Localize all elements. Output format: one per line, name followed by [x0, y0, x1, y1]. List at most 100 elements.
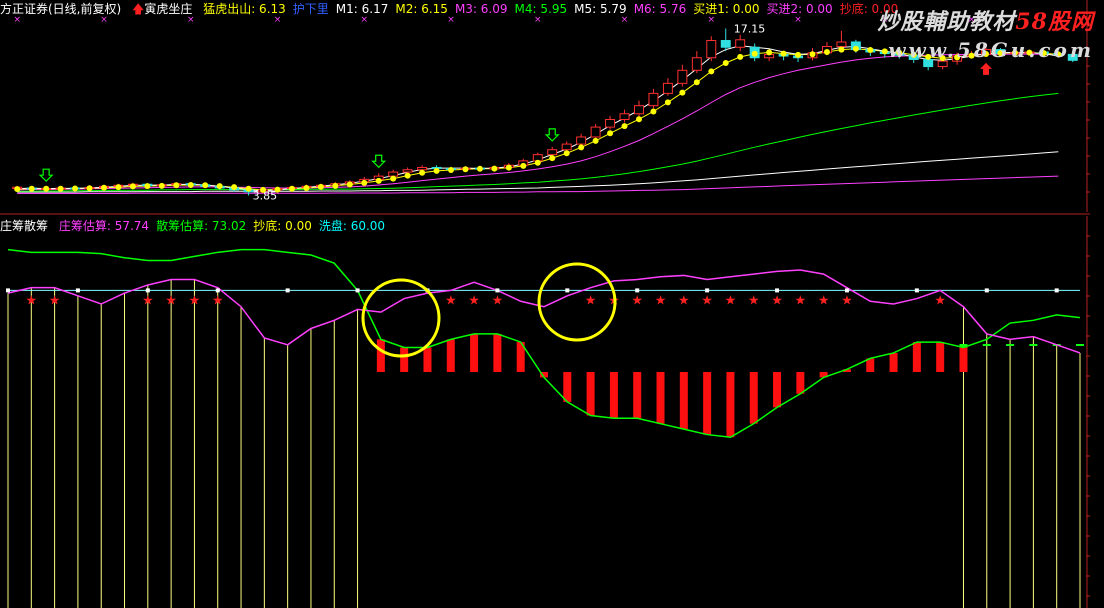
- star-signal-icon: ★: [189, 293, 201, 308]
- candle-body: [634, 105, 644, 115]
- price-value-9: 买进2: 0.00: [766, 2, 833, 16]
- wash-marker: [705, 288, 710, 293]
- signal-dot: [491, 165, 498, 172]
- star-signal-icon: ★: [165, 293, 177, 308]
- green-down-arrow-icon: [38, 168, 54, 183]
- signal-dot: [607, 130, 614, 137]
- ma-line-m4: [17, 92, 1059, 192]
- highlight-circle: [537, 262, 617, 342]
- candle-body: [836, 41, 847, 47]
- star-signal-icon: ★: [655, 293, 667, 308]
- signal-dot: [43, 185, 50, 192]
- watermark: 炒股輔助教材58股网 www.58Gu.com: [877, 4, 1094, 62]
- signal-dot: [245, 185, 252, 192]
- red-chip-bar: [563, 372, 572, 402]
- signal-dot: [809, 51, 816, 58]
- star-signal-icon: ★: [841, 293, 853, 308]
- red-chip-bar: [446, 339, 455, 372]
- ma-line-m3: [17, 53, 1059, 191]
- red-up-arrow-icon: [980, 62, 993, 75]
- candle-body: [547, 149, 558, 156]
- star-signal-icon: ★: [748, 293, 760, 308]
- signal-dot: [664, 99, 671, 106]
- price-indicator-values: 猛虎出山: 6.13 护下里 M1: 6.17 M2: 6.15 M3: 6.09 M4:…: [203, 2, 905, 16]
- candle-body: [417, 166, 428, 171]
- indicator-values: 庄筹估算: 57.74 散筹估算: 73.02 抄底: 0.00 洗盘: 60.00: [59, 219, 392, 233]
- star-signal-icon: ★: [771, 293, 783, 308]
- red-chip-bar: [423, 347, 432, 372]
- price-value-0: 猛虎出山: 6.13: [203, 2, 286, 16]
- indicator-value-2: 抄底: 0.00: [253, 219, 312, 233]
- price-value-8: 买进1: 0.00: [693, 2, 760, 16]
- price-value-4: M3: 6.09: [454, 2, 508, 16]
- price-header: 方正证券(日线,前复权) 🡅寅虎坐庄 猛虎出山: 6.13 护下里 M1: 6.17…: [0, 2, 905, 16]
- signal-x-marker: ×: [534, 15, 542, 25]
- star-signal-icon: ★: [49, 293, 61, 308]
- signal-x-marker: ×: [100, 15, 108, 25]
- candle-body: [619, 113, 630, 120]
- star-signal-icon: ★: [445, 293, 457, 308]
- star-signal-icon: ★: [142, 293, 154, 308]
- star-signal-icon: ★: [492, 293, 504, 308]
- red-chip-bar: [656, 372, 665, 424]
- signal-dot: [332, 182, 339, 189]
- signal-dot: [722, 59, 729, 66]
- wash-marker: [775, 288, 780, 293]
- red-chip-bar: [889, 352, 898, 372]
- indicator-value-1: 散筹估算: 73.02: [156, 219, 247, 233]
- signal-dot: [780, 50, 787, 57]
- wash-marker: [635, 288, 640, 293]
- candle-body: [720, 40, 731, 48]
- security-title: 方正证券(日线,前复权): [0, 2, 122, 16]
- signal-dot: [534, 159, 541, 166]
- signal-dot: [317, 183, 324, 190]
- star-signal-icon: ★: [468, 293, 480, 308]
- signal-dot: [693, 79, 700, 86]
- red-chip-bar: [679, 372, 688, 430]
- red-chip-bar: [749, 372, 758, 424]
- watermark-brand: 58股网: [1015, 9, 1094, 35]
- signal-dot: [592, 137, 599, 144]
- red-chip-bar: [703, 372, 712, 435]
- price-value-5: M4: 5.95: [514, 2, 568, 16]
- star-signal-icon: ★: [585, 293, 597, 308]
- signal-dot: [462, 166, 469, 173]
- signal-dot: [216, 183, 223, 190]
- candle-body: [590, 126, 601, 138]
- wash-marker: [565, 288, 570, 293]
- signal-dot: [375, 177, 382, 184]
- signal-x-marker: ×: [708, 15, 716, 25]
- indicator-panel[interactable]: ★ ★ ★ ★ ★ ★ ★ ★ ★ ★ ★ ★ ★ ★ ★ ★ ★ ★ ★ ★ ★ ★: [6, 216, 1090, 608]
- star-signal-icon: ★: [678, 293, 690, 308]
- signal-x-marker: ×: [274, 15, 282, 25]
- signal-dot: [795, 51, 802, 58]
- candle-body: [677, 69, 688, 84]
- red-chip-bar: [773, 372, 782, 408]
- signal-dot: [187, 182, 194, 189]
- red-chip-bar: [959, 347, 968, 372]
- signal-dot: [100, 184, 107, 191]
- highlight-circle: [361, 278, 441, 358]
- green-chip-bar: [982, 344, 991, 346]
- wash-marker: [215, 288, 220, 293]
- green-down-arrow-icon: [544, 128, 560, 142]
- signal-dot: [635, 116, 642, 123]
- price-value-3: M2: 6.15: [395, 2, 448, 16]
- signal-dot: [708, 68, 715, 75]
- signal-dot: [578, 144, 585, 151]
- green-chip-bar: [1076, 344, 1084, 346]
- price-value-7: M6: 5.76: [633, 2, 687, 16]
- signal-dot: [751, 50, 758, 57]
- signal-dot: [838, 46, 845, 53]
- candle-body: [662, 82, 673, 94]
- red-chip-bar: [400, 347, 409, 372]
- wash-marker: [6, 288, 10, 293]
- signal-dot: [679, 89, 686, 96]
- wash-marker: [914, 288, 919, 293]
- signal-dot: [144, 183, 151, 190]
- wash-marker: [75, 288, 80, 293]
- stock-chart[interactable]: × × × × × × × × × × × × ×17.153.85 ★ ★ ★ ★ ★ ★ ★ ★ ★ ★ ★ ★ ★ ★ ★ ★ ★…: [0, 0, 1104, 608]
- signal-dot: [505, 164, 512, 171]
- red-chip-bar: [470, 333, 479, 372]
- signal-dot: [57, 185, 64, 192]
